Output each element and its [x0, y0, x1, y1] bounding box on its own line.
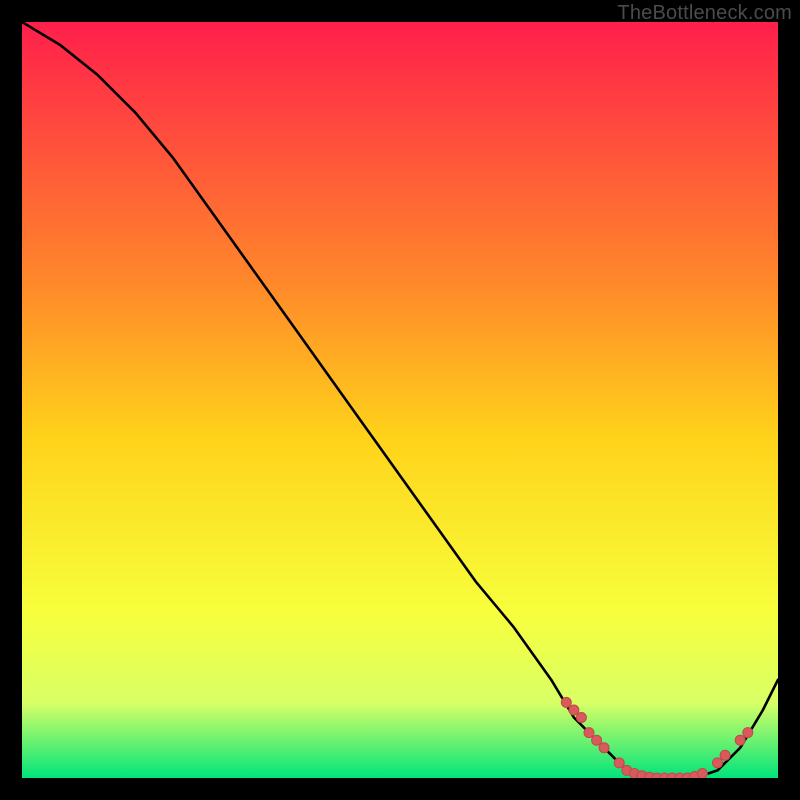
- chart-frame: TheBottleneck.com: [0, 0, 800, 800]
- curve-marker: [713, 758, 723, 768]
- curve-marker: [592, 735, 602, 745]
- curve-marker: [697, 769, 707, 779]
- curve-marker: [561, 697, 571, 707]
- curve-marker: [720, 750, 730, 760]
- curve-marker: [576, 713, 586, 723]
- curve-marker: [614, 758, 624, 768]
- curve-marker: [569, 705, 579, 715]
- curve-marker: [599, 743, 609, 753]
- curve-marker: [743, 728, 753, 738]
- plot-area: [22, 22, 778, 778]
- curve-marker: [735, 735, 745, 745]
- bottleneck-chart: [22, 22, 778, 778]
- gradient-background: [22, 22, 778, 778]
- curve-marker: [584, 728, 594, 738]
